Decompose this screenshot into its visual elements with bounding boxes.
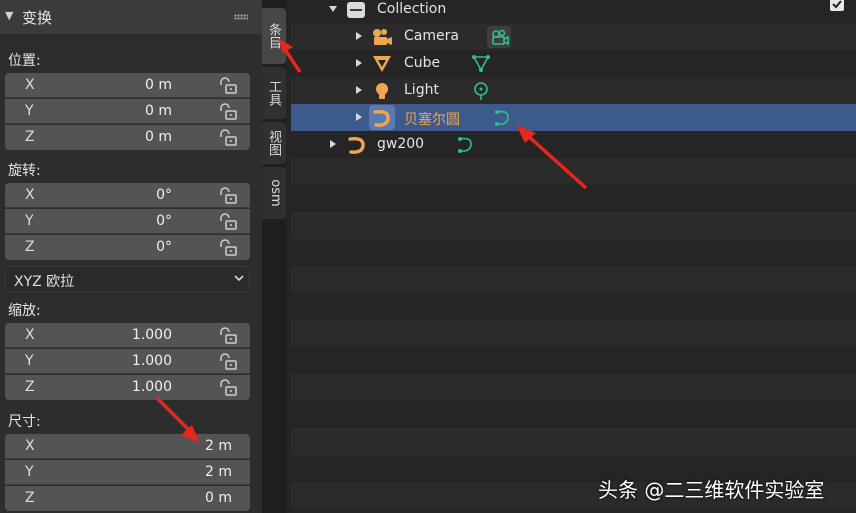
arrow-to-bezier-data xyxy=(516,125,588,190)
arrow-to-dimension-x xyxy=(155,396,200,443)
annotation-arrows xyxy=(155,38,588,443)
arrow-to-item-tab xyxy=(278,38,302,73)
watermark: 头条 @二三维软件实验室 xyxy=(598,478,825,502)
